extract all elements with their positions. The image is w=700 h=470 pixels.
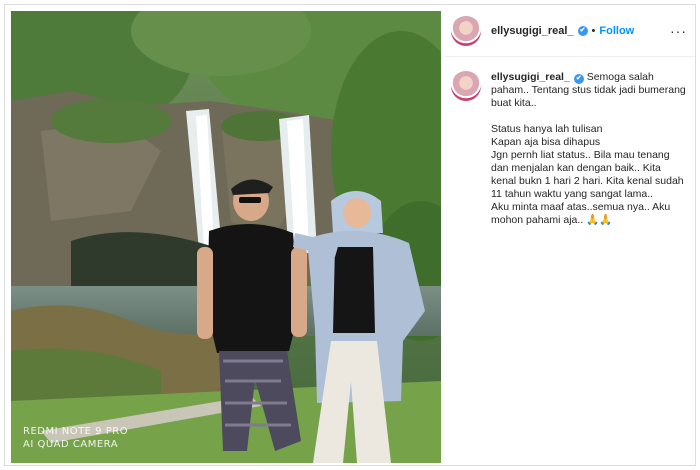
caption-avatar[interactable] xyxy=(451,71,481,101)
verified-badge-icon: ✔ xyxy=(577,25,588,36)
post-header: ellysugigi_real_ ✔ • Follow ··· xyxy=(445,5,695,57)
more-options-icon[interactable]: ··· xyxy=(670,23,687,39)
camera-watermark: REDMI NOTE 9 PRO AI QUAD CAMERA xyxy=(23,425,128,451)
follow-button[interactable]: Follow xyxy=(599,25,634,37)
waterfall-scene-image xyxy=(11,11,441,463)
header-username[interactable]: ellysugigi_real_ xyxy=(491,25,574,37)
separator-dot: • xyxy=(591,24,596,37)
caption-text-rest: Status hanya lah tulisan Kapan aja bisa … xyxy=(491,123,684,226)
avatar[interactable] xyxy=(451,15,481,46)
watermark-line-2: AI QUAD CAMERA xyxy=(23,439,119,450)
watermark-line-1: REDMI NOTE 9 PRO xyxy=(23,426,129,437)
caption-verified-badge-icon: ✔ xyxy=(573,74,584,84)
post-frame: REDMI NOTE 9 PRO AI QUAD CAMERA ellysugi… xyxy=(4,4,696,466)
post-side-panel: ellysugigi_real_ ✔ • Follow ··· ellysugi… xyxy=(445,5,695,465)
caption-username[interactable]: ellysugigi_real_ xyxy=(491,71,570,83)
caption-body: ellysugigi_real_ ✔ Semoga salah paham.. T… xyxy=(491,71,686,227)
caption-block: ellysugigi_real_ ✔ Semoga salah paham.. T… xyxy=(445,57,695,227)
post-photo[interactable]: REDMI NOTE 9 PRO AI QUAD CAMERA xyxy=(11,11,441,463)
